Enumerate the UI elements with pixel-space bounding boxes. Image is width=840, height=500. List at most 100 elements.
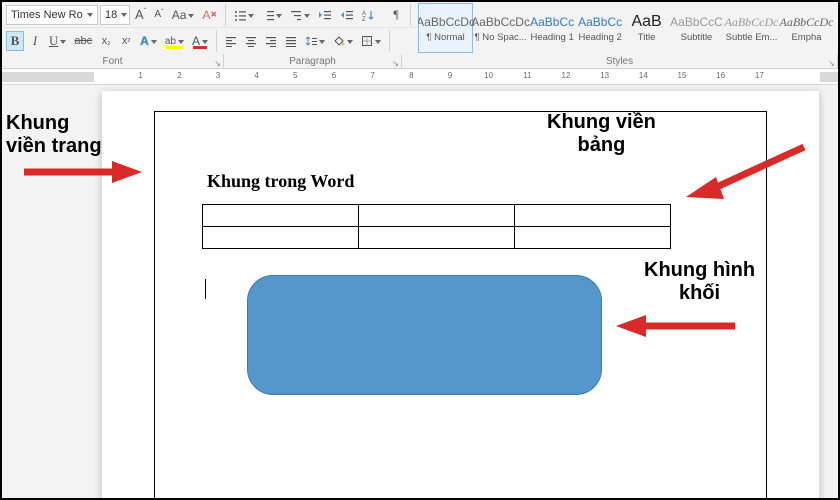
ruler-number: 1 (138, 71, 142, 80)
ribbon: Times New Ro 18 Aˆ Aˇ Aa A✖ (2, 2, 838, 69)
ruler-number: 13 (600, 71, 609, 80)
line-spacing-icon (305, 35, 317, 47)
ruler-number: 9 (448, 71, 452, 80)
annotation-shape-block: Khung hìnhkhối (644, 259, 755, 305)
style-name: Title (638, 32, 656, 43)
svg-text:Z: Z (362, 17, 366, 21)
chevron-down-icon (304, 14, 310, 18)
multilevel-list-button[interactable] (287, 5, 313, 25)
ribbon-group-labels: Font↘ Paragraph↘ Styles↘ (2, 54, 838, 68)
borders-button[interactable] (358, 31, 384, 51)
style-item-subtitle[interactable]: AaBbCcCSubtitle (669, 3, 724, 53)
font-name-combo[interactable]: Times New Ro (6, 5, 98, 25)
style-item-normal[interactable]: AaBbCcDc¶ Normal (418, 3, 473, 53)
table-row[interactable] (203, 227, 671, 249)
styles-gallery[interactable]: AaBbCcDc¶ NormalAaBbCcDc¶ No Spac...AaBb… (418, 3, 834, 53)
outdent-icon (318, 9, 332, 21)
line-spacing-button[interactable] (302, 31, 328, 51)
multilevel-icon (290, 9, 302, 21)
style-preview: AaBbCc (578, 12, 622, 32)
shading-button[interactable] (330, 31, 356, 51)
chevron-down-icon (188, 14, 194, 18)
style-preview: AaBbCcDc (471, 12, 530, 32)
borders-icon (361, 35, 373, 47)
rounded-rectangle-shape[interactable] (247, 275, 602, 395)
font-size-combo[interactable]: 18 (100, 5, 130, 25)
subscript-button[interactable]: x (97, 31, 115, 51)
dialog-launcher-icon[interactable]: ↘ (828, 59, 835, 68)
bold-button[interactable]: B (6, 31, 24, 51)
ruler-number: 11 (523, 71, 531, 80)
style-item-heading2[interactable]: AaBbCcHeading 2 (576, 3, 624, 53)
text-effects-button[interactable]: A (137, 31, 160, 51)
grow-font-button[interactable]: Aˆ (132, 5, 149, 25)
increase-indent-button[interactable] (337, 5, 357, 25)
style-preview: AaBbCcDc (418, 12, 475, 32)
style-preview: AaBbCcDc (780, 12, 834, 32)
group-label-styles: Styles↘ (402, 54, 838, 68)
change-case-button[interactable]: Aa (169, 5, 198, 25)
sort-icon: AZ (362, 9, 374, 21)
decrease-indent-button[interactable] (315, 5, 335, 25)
style-item-nospac[interactable]: AaBbCcDc¶ No Spac... (473, 3, 528, 53)
style-preview: AaBbCc (530, 12, 574, 32)
chevron-down-icon (319, 40, 325, 44)
group-label-font: Font↘ (2, 54, 224, 68)
indent-icon (340, 9, 354, 21)
strikethrough-button[interactable]: abc (71, 31, 95, 51)
style-item-title[interactable]: AaBTitle (624, 3, 669, 53)
text-cursor (205, 279, 206, 299)
dialog-launcher-icon[interactable]: ↘ (214, 59, 221, 68)
align-right-icon (265, 35, 277, 47)
chevron-down-icon (121, 13, 127, 17)
italic-button[interactable]: I (26, 31, 44, 51)
style-name: ¶ Normal (426, 32, 464, 43)
ruler-number: 2 (177, 71, 181, 80)
horizontal-ruler[interactable]: 1234567891011121314151617 (2, 69, 838, 85)
ribbon-row-top: Times New Ro 18 Aˆ Aˇ Aa A✖ (2, 2, 838, 28)
align-right-button[interactable] (262, 31, 280, 51)
sort-button[interactable]: AZ (359, 5, 385, 25)
ruler-number: 7 (370, 71, 374, 80)
shrink-font-button[interactable]: Aˇ (151, 5, 166, 25)
dialog-launcher-icon[interactable]: ↘ (392, 59, 399, 68)
style-preview: AaBbCcDc (725, 12, 779, 32)
bullets-button[interactable] (231, 5, 257, 25)
arrow-left-icon (610, 313, 740, 339)
chevron-down-icon (375, 40, 381, 44)
annotation-table-border: Khung viềnbảng (547, 111, 656, 157)
align-left-button[interactable] (222, 31, 240, 51)
numbering-button[interactable] (259, 5, 285, 25)
justify-button[interactable] (282, 31, 300, 51)
chevron-down-icon (151, 40, 157, 44)
ruler-ticks: 1234567891011121314151617 (102, 72, 816, 82)
chevron-down-icon (248, 14, 254, 18)
underline-button[interactable]: U (46, 31, 69, 51)
show-marks-button[interactable]: ¶ (387, 5, 405, 25)
highlight-swatch (166, 46, 183, 49)
ruler-number: 16 (716, 71, 725, 80)
ruler-number: 10 (484, 71, 493, 80)
clear-formatting-button[interactable]: A✖ (199, 5, 220, 25)
fontcolor-swatch (193, 46, 207, 49)
ruler-number: 15 (678, 71, 687, 80)
justify-icon (285, 35, 297, 47)
font-color-button[interactable]: A (189, 31, 211, 51)
font-size-value: 18 (105, 9, 117, 21)
align-center-button[interactable] (242, 31, 260, 51)
style-name: Empha (791, 32, 821, 43)
table-row[interactable] (203, 205, 671, 227)
ruler-margin-right (820, 72, 838, 82)
style-item-subtleem[interactable]: AaBbCcDcSubtle Em... (724, 3, 779, 53)
style-name: Subtle Em... (726, 32, 778, 43)
separator (225, 4, 226, 26)
superscript-button[interactable]: x (117, 31, 135, 51)
highlight-button[interactable]: ab (162, 31, 187, 51)
ruler-number: 8 (409, 71, 413, 80)
style-name: Heading 1 (530, 32, 573, 43)
sample-table[interactable] (202, 204, 671, 249)
chevron-down-icon (60, 40, 66, 44)
document-heading[interactable]: Khung trong Word (207, 171, 354, 192)
style-item-empha[interactable]: AaBbCcDcEmpha (779, 3, 834, 53)
style-item-heading1[interactable]: AaBbCcHeading 1 (528, 3, 576, 53)
